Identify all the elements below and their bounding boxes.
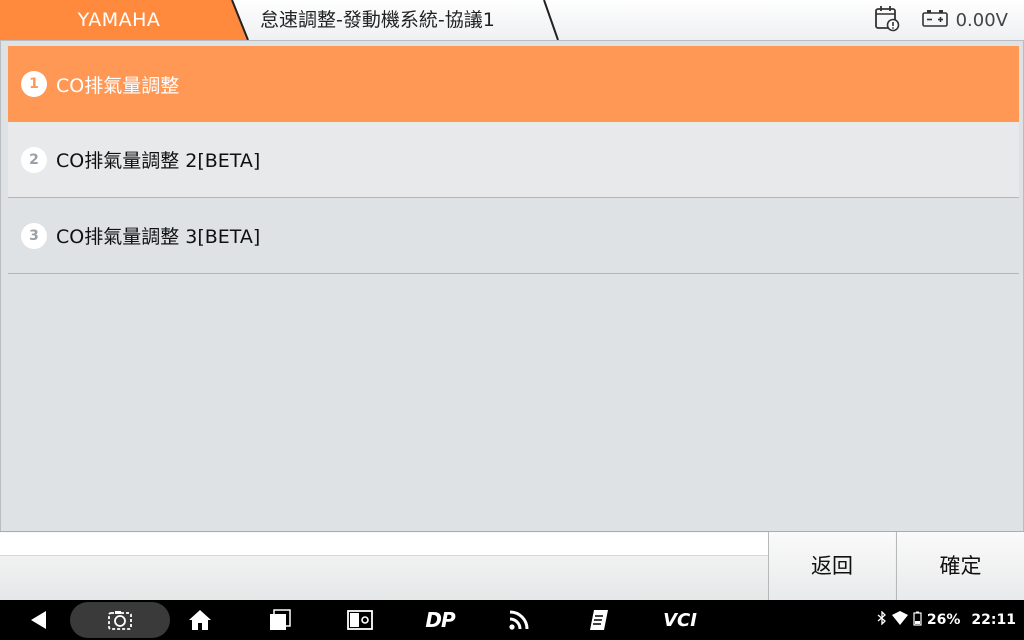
voltage-value: 0.00V — [955, 9, 1008, 31]
notes-icon[interactable] — [585, 600, 613, 640]
wifi-icon — [891, 611, 908, 629]
battery-voltage-icon — [921, 9, 948, 32]
voltage-display: 0.00V — [921, 9, 1008, 32]
message-strip — [0, 533, 768, 556]
status-area: 26% 22:11 — [877, 600, 1016, 640]
item-label: CO排氣量調整 — [56, 74, 180, 97]
screenshot-icon[interactable] — [70, 602, 170, 638]
clock: 22:11 — [971, 612, 1016, 628]
title-bar: YAMAHA 怠速調整-發動機系統-協議1 0.00V — [0, 0, 1024, 41]
system-nav-bar: DP VCI 26% 22:11 — [0, 600, 1024, 640]
main-content: 1 CO排氣量調整 2 CO排氣量調整 2[BETA] 3 CO排氣量調整 3[… — [0, 41, 1024, 531]
item-label: CO排氣量調整 2[BETA] — [56, 150, 261, 172]
brand-tab[interactable]: YAMAHA — [0, 0, 250, 40]
back-icon[interactable] — [22, 600, 56, 640]
item-number: 1 — [21, 71, 47, 97]
recents-icon[interactable] — [266, 600, 294, 640]
item-number: 2 — [21, 146, 47, 173]
item-label: CO排氣量調整 3[BETA] — [56, 226, 261, 248]
media-icon[interactable] — [345, 600, 375, 640]
item-number: 3 — [21, 222, 47, 249]
function-list: 1 CO排氣量調整 2 CO排氣量調整 2[BETA] 3 CO排氣量調整 3[… — [8, 46, 1019, 274]
dp-icon[interactable]: DP — [418, 600, 462, 640]
rss-icon[interactable] — [505, 600, 533, 640]
action-bar: 返回 確定 — [0, 531, 1024, 600]
vci-label: VCI — [663, 609, 697, 631]
battery-icon — [913, 611, 922, 630]
breadcrumb: 怠速調整-發動機系統-協議1 — [232, 0, 562, 40]
home-icon[interactable] — [186, 600, 214, 640]
battery-percent: 26% — [926, 612, 961, 628]
calendar-icon[interactable] — [874, 4, 900, 36]
list-item[interactable]: 1 CO排氣量調整 — [8, 46, 1019, 122]
list-item[interactable]: 2 CO排氣量調整 2[BETA] — [8, 122, 1019, 198]
confirm-button[interactable]: 確定 — [896, 532, 1024, 600]
breadcrumb-label: 怠速調整-發動機系統-協議1 — [260, 9, 495, 31]
back-button[interactable]: 返回 — [768, 532, 895, 600]
dp-label: DP — [425, 608, 455, 632]
vci-icon[interactable]: VCI — [660, 600, 700, 640]
list-item[interactable]: 3 CO排氣量調整 3[BETA] — [8, 198, 1019, 274]
brand-label: YAMAHA — [77, 9, 161, 31]
bluetooth-icon — [877, 610, 887, 629]
